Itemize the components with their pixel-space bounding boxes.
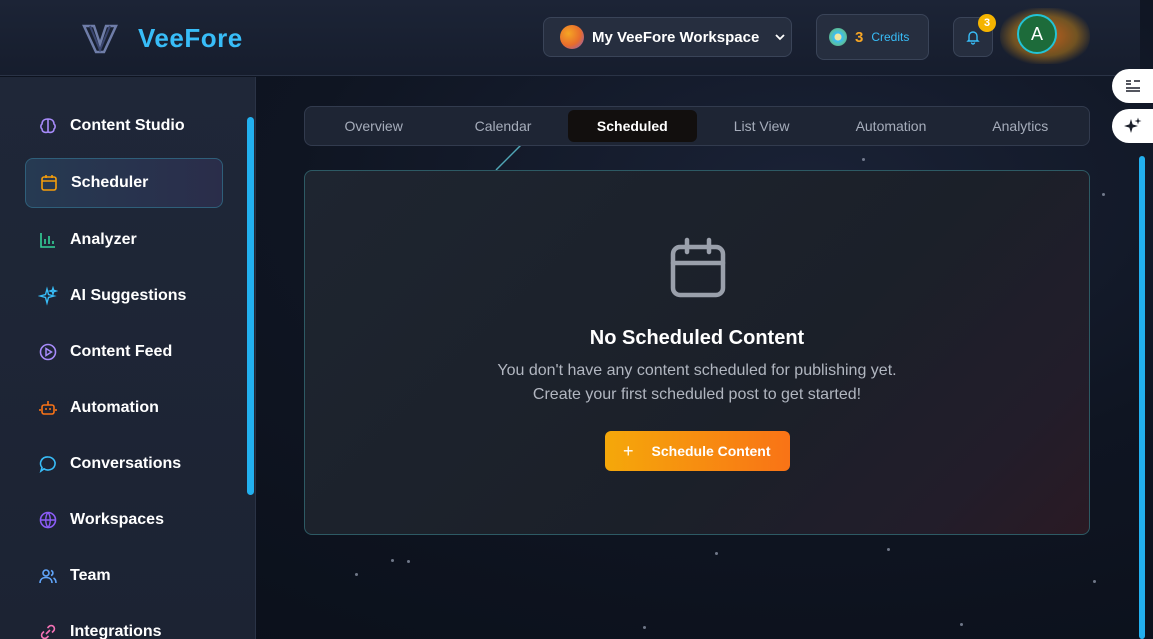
sidebar-item-conversations[interactable]: Conversations [25, 439, 223, 489]
notifications-button[interactable]: 3 [953, 14, 996, 57]
empty-state-line-1: You don't have any content scheduled for… [497, 362, 897, 379]
ai-assistant-button[interactable] [1112, 109, 1153, 143]
schedule-content-label: Schedule Content [651, 443, 771, 459]
bar-chart-icon [38, 230, 58, 250]
play-circle-icon [38, 342, 58, 362]
star [1102, 193, 1105, 196]
link-icon [38, 622, 58, 639]
tab-scheduled[interactable]: Scheduled [567, 110, 697, 142]
robot-icon [38, 398, 58, 418]
user-avatar[interactable]: A [1017, 14, 1057, 54]
empty-state-title: No Scheduled Content [589, 327, 805, 349]
calendar-icon [39, 173, 59, 193]
brain-icon [38, 116, 58, 136]
sparkles-icon [38, 286, 58, 306]
tab-overview[interactable]: Overview [309, 110, 438, 142]
credits-indicator[interactable]: 3 Credits [816, 14, 929, 60]
star [355, 573, 358, 576]
empty-state-line-2: Create your first scheduled post to get … [532, 386, 862, 403]
sidebar-item-team[interactable]: Team [25, 551, 223, 601]
sidebar-item-ai-suggestions[interactable]: AI Suggestions [25, 271, 223, 321]
quote-button[interactable] [1112, 69, 1153, 103]
tab-calendar[interactable]: Calendar [438, 110, 567, 142]
sidebar-item-label: Conversations [70, 455, 182, 472]
sidebar-item-label: Scheduler [71, 174, 149, 191]
sidebar-item-label: Team [70, 567, 111, 584]
sidebar-item-workspaces[interactable]: Workspaces [25, 495, 223, 545]
brand-logo[interactable]: VeeFore [82, 20, 243, 56]
workspace-label: My VeeFore Workspace [592, 28, 760, 46]
chat-bubble-icon [38, 454, 58, 474]
schedule-content-button[interactable]: + Schedule Content [605, 431, 790, 471]
star [643, 626, 646, 629]
star [715, 552, 718, 555]
globe-icon [38, 510, 58, 530]
sidebar-item-content-studio[interactable]: Content Studio [25, 101, 223, 151]
star [862, 158, 865, 161]
sidebar-item-automation[interactable]: Automation [25, 383, 223, 433]
workspace-avatar [560, 25, 584, 49]
brand-name: VeeFore [138, 22, 243, 53]
plus-icon: + [623, 440, 634, 461]
tab-analytics[interactable]: Analytics [956, 110, 1085, 142]
users-icon [38, 566, 58, 586]
star [960, 623, 963, 626]
veefore-logo-icon [82, 24, 118, 54]
sidebar-item-label: Content Studio [70, 117, 185, 134]
tab-list-view[interactable]: List View [697, 110, 826, 142]
sidebar-item-analyzer[interactable]: Analyzer [25, 215, 223, 265]
sidebar-item-label: Content Feed [70, 343, 173, 360]
sidebar-scrollbar[interactable] [247, 117, 254, 495]
calendar-icon [670, 237, 726, 298]
sidebar-item-scheduler[interactable]: Scheduler [25, 158, 223, 208]
sidebar-item-content-feed[interactable]: Content Feed [25, 327, 223, 377]
star [391, 559, 394, 562]
bell-icon [966, 31, 980, 45]
sidebar-item-label: Integrations [70, 623, 162, 639]
scheduler-tabs: Overview Calendar Scheduled List View Au… [304, 106, 1090, 146]
sidebar: Content Studio Scheduler Analyzer AI Sug… [0, 77, 256, 639]
credits-count: 3 [855, 28, 864, 46]
sidebar-item-label: Analyzer [70, 231, 137, 248]
credits-label: Credits [871, 30, 910, 44]
star [1093, 580, 1096, 583]
tab-automation[interactable]: Automation [826, 110, 955, 142]
sidebar-item-label: Workspaces [70, 511, 164, 528]
sidebar-item-integrations[interactable]: Integrations [25, 607, 223, 639]
top-header: VeeFore My VeeFore Workspace 3 Credits 3… [0, 0, 1140, 76]
main-scrollbar[interactable] [1139, 156, 1145, 639]
sparkles-icon [1123, 117, 1141, 133]
empty-state-card: No Scheduled Content You don't have any … [304, 170, 1090, 535]
sidebar-item-label: Automation [70, 399, 159, 416]
coin-icon [829, 28, 847, 46]
star [887, 548, 890, 551]
star [407, 560, 410, 563]
quote-icon [1125, 80, 1140, 92]
chevron-down-icon [775, 34, 785, 41]
workspace-switcher[interactable]: My VeeFore Workspace [543, 17, 792, 57]
notification-badge: 3 [978, 14, 996, 32]
sidebar-item-label: AI Suggestions [70, 287, 187, 304]
